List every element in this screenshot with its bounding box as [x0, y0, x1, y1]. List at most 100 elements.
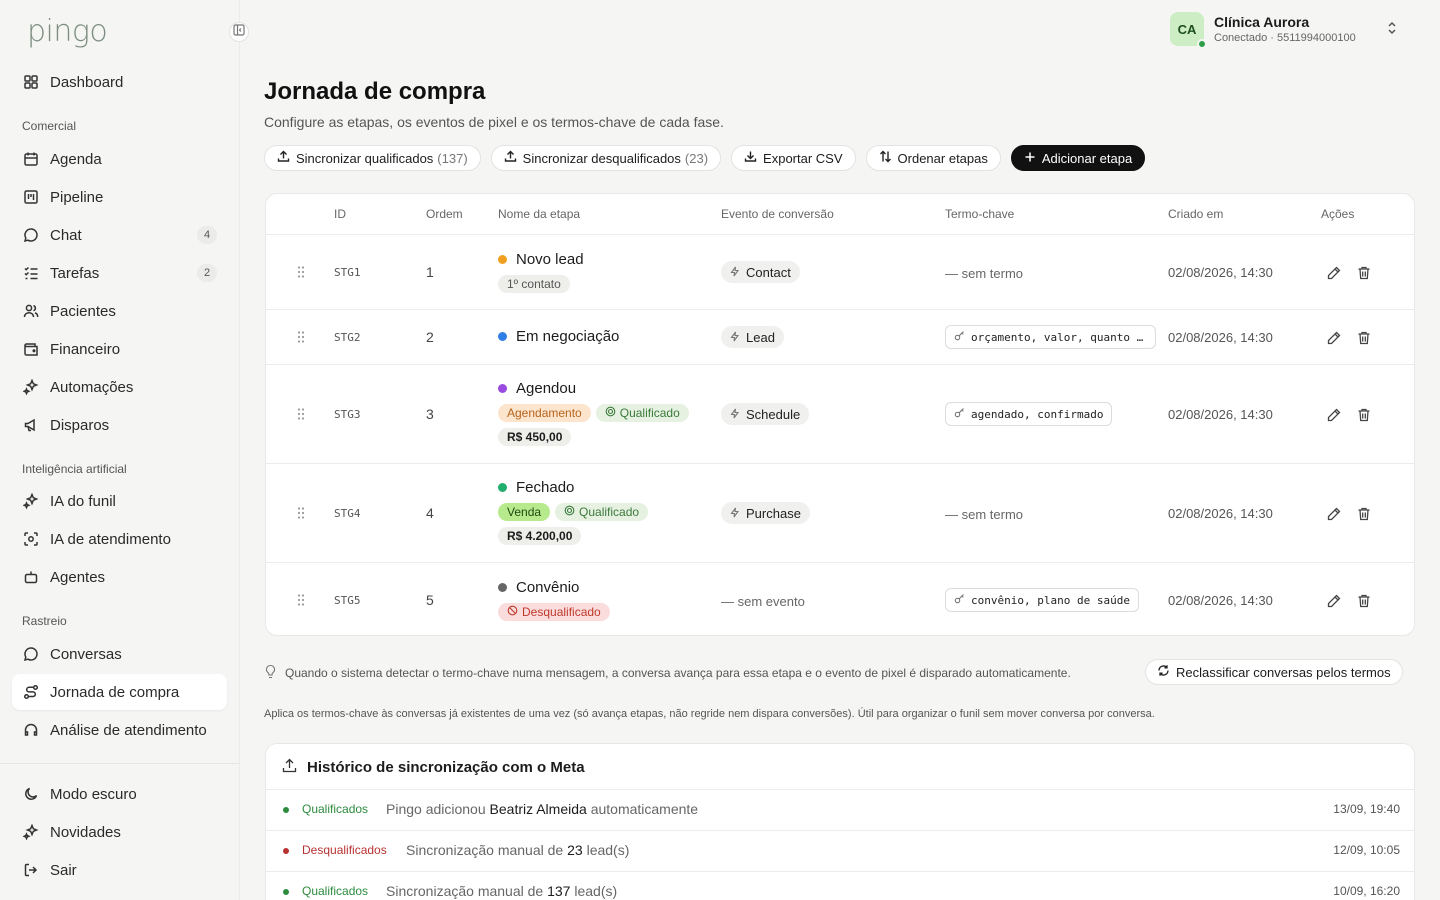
sidebar-item-automacoes[interactable]: Automações	[12, 369, 227, 405]
trash-icon[interactable]	[1356, 593, 1372, 612]
sidebar-collapse-button[interactable]	[229, 22, 249, 42]
table-row[interactable]: STG4 4 Fechado Venda Qualificado R$ 4.20…	[266, 463, 1414, 562]
sidebar-item-label: Tarefas	[50, 264, 100, 282]
keyword-terms[interactable]: orçamento, valor, quanto …	[945, 325, 1156, 349]
stage-order: 2	[426, 329, 434, 345]
add-stage-button[interactable]: Adicionar etapa	[1010, 145, 1146, 171]
sidebar-item-chat[interactable]: Chat 4	[12, 217, 227, 253]
sidebar-item-pacientes[interactable]: Pacientes	[12, 293, 227, 329]
export-csv-button[interactable]: Exportar CSV	[731, 145, 856, 171]
stage-name: Fechado	[516, 479, 575, 496]
status-dot	[283, 889, 289, 895]
table-row[interactable]: STG3 3 Agendou Agendamento Qualificado R…	[266, 364, 1414, 463]
stages-table: ID Ordem Nome da etapa Evento de convers…	[265, 193, 1415, 636]
msg-highlight: 137	[547, 883, 571, 899]
card-title: Histórico de sincronização com o Meta	[307, 759, 585, 776]
row-actions	[1326, 265, 1372, 284]
stage-name-cell: Convênio Desqualificado	[498, 579, 610, 621]
stage-name-cell: Em negociação	[498, 328, 619, 345]
panel-collapse-icon	[233, 23, 245, 41]
table-row[interactable]: STG5 5 Convênio Desqualificado — sem eve…	[266, 562, 1414, 635]
conversion-event-pill: Contact	[721, 261, 800, 283]
sidebar-item-label: Jornada de compra	[50, 683, 180, 701]
upload-icon	[277, 150, 296, 166]
sync-qualified-button[interactable]: Sincronizar qualificados (137)	[264, 145, 481, 171]
tag-label: Qualificado	[619, 406, 680, 420]
event-label: Schedule	[746, 406, 801, 422]
conversion-event-pill: Schedule	[721, 403, 810, 425]
keyword-empty: — sem termo	[945, 266, 1024, 281]
reclassify-button[interactable]: Reclassificar conversas pelos termos	[1145, 659, 1403, 685]
sidebar-item-modo-escuro[interactable]: Modo escuro	[12, 776, 227, 812]
drag-handle-icon[interactable]	[296, 330, 306, 347]
sidebar-item-conversas[interactable]: Conversas	[12, 636, 227, 672]
target-icon	[564, 505, 579, 519]
chat-icon	[22, 226, 40, 244]
sidebar-item-label: Agenda	[50, 150, 102, 168]
bolt-icon	[730, 265, 746, 280]
users-icon	[22, 302, 40, 320]
sidebar-item-ia-atendimento[interactable]: IA de atendimento	[12, 521, 227, 557]
tag-label: Qualificado	[579, 505, 640, 519]
sync-disqualified-button[interactable]: Sincronizar desqualificados (23)	[490, 145, 722, 171]
drag-handle-icon[interactable]	[296, 407, 306, 424]
button-label: Ordenar etapas	[897, 150, 988, 166]
sidebar-item-label: IA do funil	[50, 492, 116, 510]
account-switcher[interactable]: CA Clínica Aurora Conectado · 5511994000…	[1170, 10, 1400, 49]
sidebar-item-sair[interactable]: Sair	[12, 852, 227, 888]
disqualified-tag: Desqualificado	[498, 603, 610, 621]
status-dot	[283, 807, 289, 813]
keyword-terms[interactable]: agendado, confirmado	[945, 402, 1113, 426]
sidebar-item-disparos[interactable]: Disparos	[12, 407, 227, 443]
lightbulb-icon	[264, 664, 285, 682]
keyword-cell: orçamento, valor, quanto …	[945, 325, 1156, 349]
trash-icon[interactable]	[1356, 506, 1372, 525]
edit-icon[interactable]	[1326, 265, 1342, 284]
key-icon	[954, 593, 971, 607]
sidebar-item-dashboard[interactable]: Dashboard	[12, 64, 227, 100]
sidebar-item-tarefas[interactable]: Tarefas 2	[12, 255, 227, 291]
keyword-terms[interactable]: convênio, plano de saúde	[945, 588, 1139, 612]
sidebar-item-novidades[interactable]: Novidades	[12, 814, 227, 850]
reclassify-description: Aplica os termos-chave às conversas já e…	[264, 708, 1155, 720]
history-row: Qualificados Pingo adicionou Beatriz Alm…	[266, 789, 1414, 830]
conversion-event-cell: Purchase	[721, 502, 810, 524]
upload-icon	[282, 758, 307, 777]
sidebar-item-agenda[interactable]: Agenda	[12, 141, 227, 177]
history-tag: Qualificados	[302, 802, 369, 816]
sidebar-item-analise-atendimento[interactable]: Análise de atendimento	[12, 712, 227, 748]
trash-icon[interactable]	[1356, 330, 1372, 349]
table-row[interactable]: STG1 1 Novo lead 1º contato Contact — se…	[266, 234, 1414, 309]
bot-icon	[22, 568, 40, 586]
edit-icon[interactable]	[1326, 506, 1342, 525]
sparkles-icon	[22, 823, 40, 841]
drag-handle-icon[interactable]	[296, 593, 306, 610]
msg-post: lead(s)	[574, 883, 618, 899]
section-label-comercial: Comercial	[22, 119, 77, 133]
drag-handle-icon[interactable]	[296, 506, 306, 523]
edit-icon[interactable]	[1326, 330, 1342, 349]
edit-icon[interactable]	[1326, 407, 1342, 426]
keyword-hint: Quando o sistema detectar o termo-chave …	[264, 664, 1071, 682]
calendar-icon	[22, 150, 40, 168]
sidebar-item-financeiro[interactable]: Financeiro	[12, 331, 227, 367]
button-label: Adicionar etapa	[1041, 150, 1133, 166]
drag-handle-icon[interactable]	[296, 265, 306, 282]
app-logo: pingo	[27, 14, 108, 49]
headset-icon	[22, 721, 40, 739]
sidebar-item-jornada-de-compra[interactable]: Jornada de compra	[12, 674, 227, 710]
row-actions	[1326, 506, 1372, 525]
sidebar-item-agentes[interactable]: Agentes	[12, 559, 227, 595]
stage-order: 5	[426, 592, 434, 608]
button-count: (23)	[684, 150, 709, 166]
order-stages-button[interactable]: Ordenar etapas	[865, 145, 1001, 171]
edit-icon[interactable]	[1326, 593, 1342, 612]
sidebar-item-pipeline[interactable]: Pipeline	[12, 179, 227, 215]
event-label: Contact	[746, 264, 791, 280]
trash-icon[interactable]	[1356, 407, 1372, 426]
conversion-event-cell: Lead	[721, 326, 784, 348]
sidebar-item-ia-funil[interactable]: IA do funil	[12, 483, 227, 519]
table-row[interactable]: STG2 2 Em negociação Lead orçamento, val…	[266, 309, 1414, 364]
avatar: CA	[1170, 12, 1207, 49]
trash-icon[interactable]	[1356, 265, 1372, 284]
